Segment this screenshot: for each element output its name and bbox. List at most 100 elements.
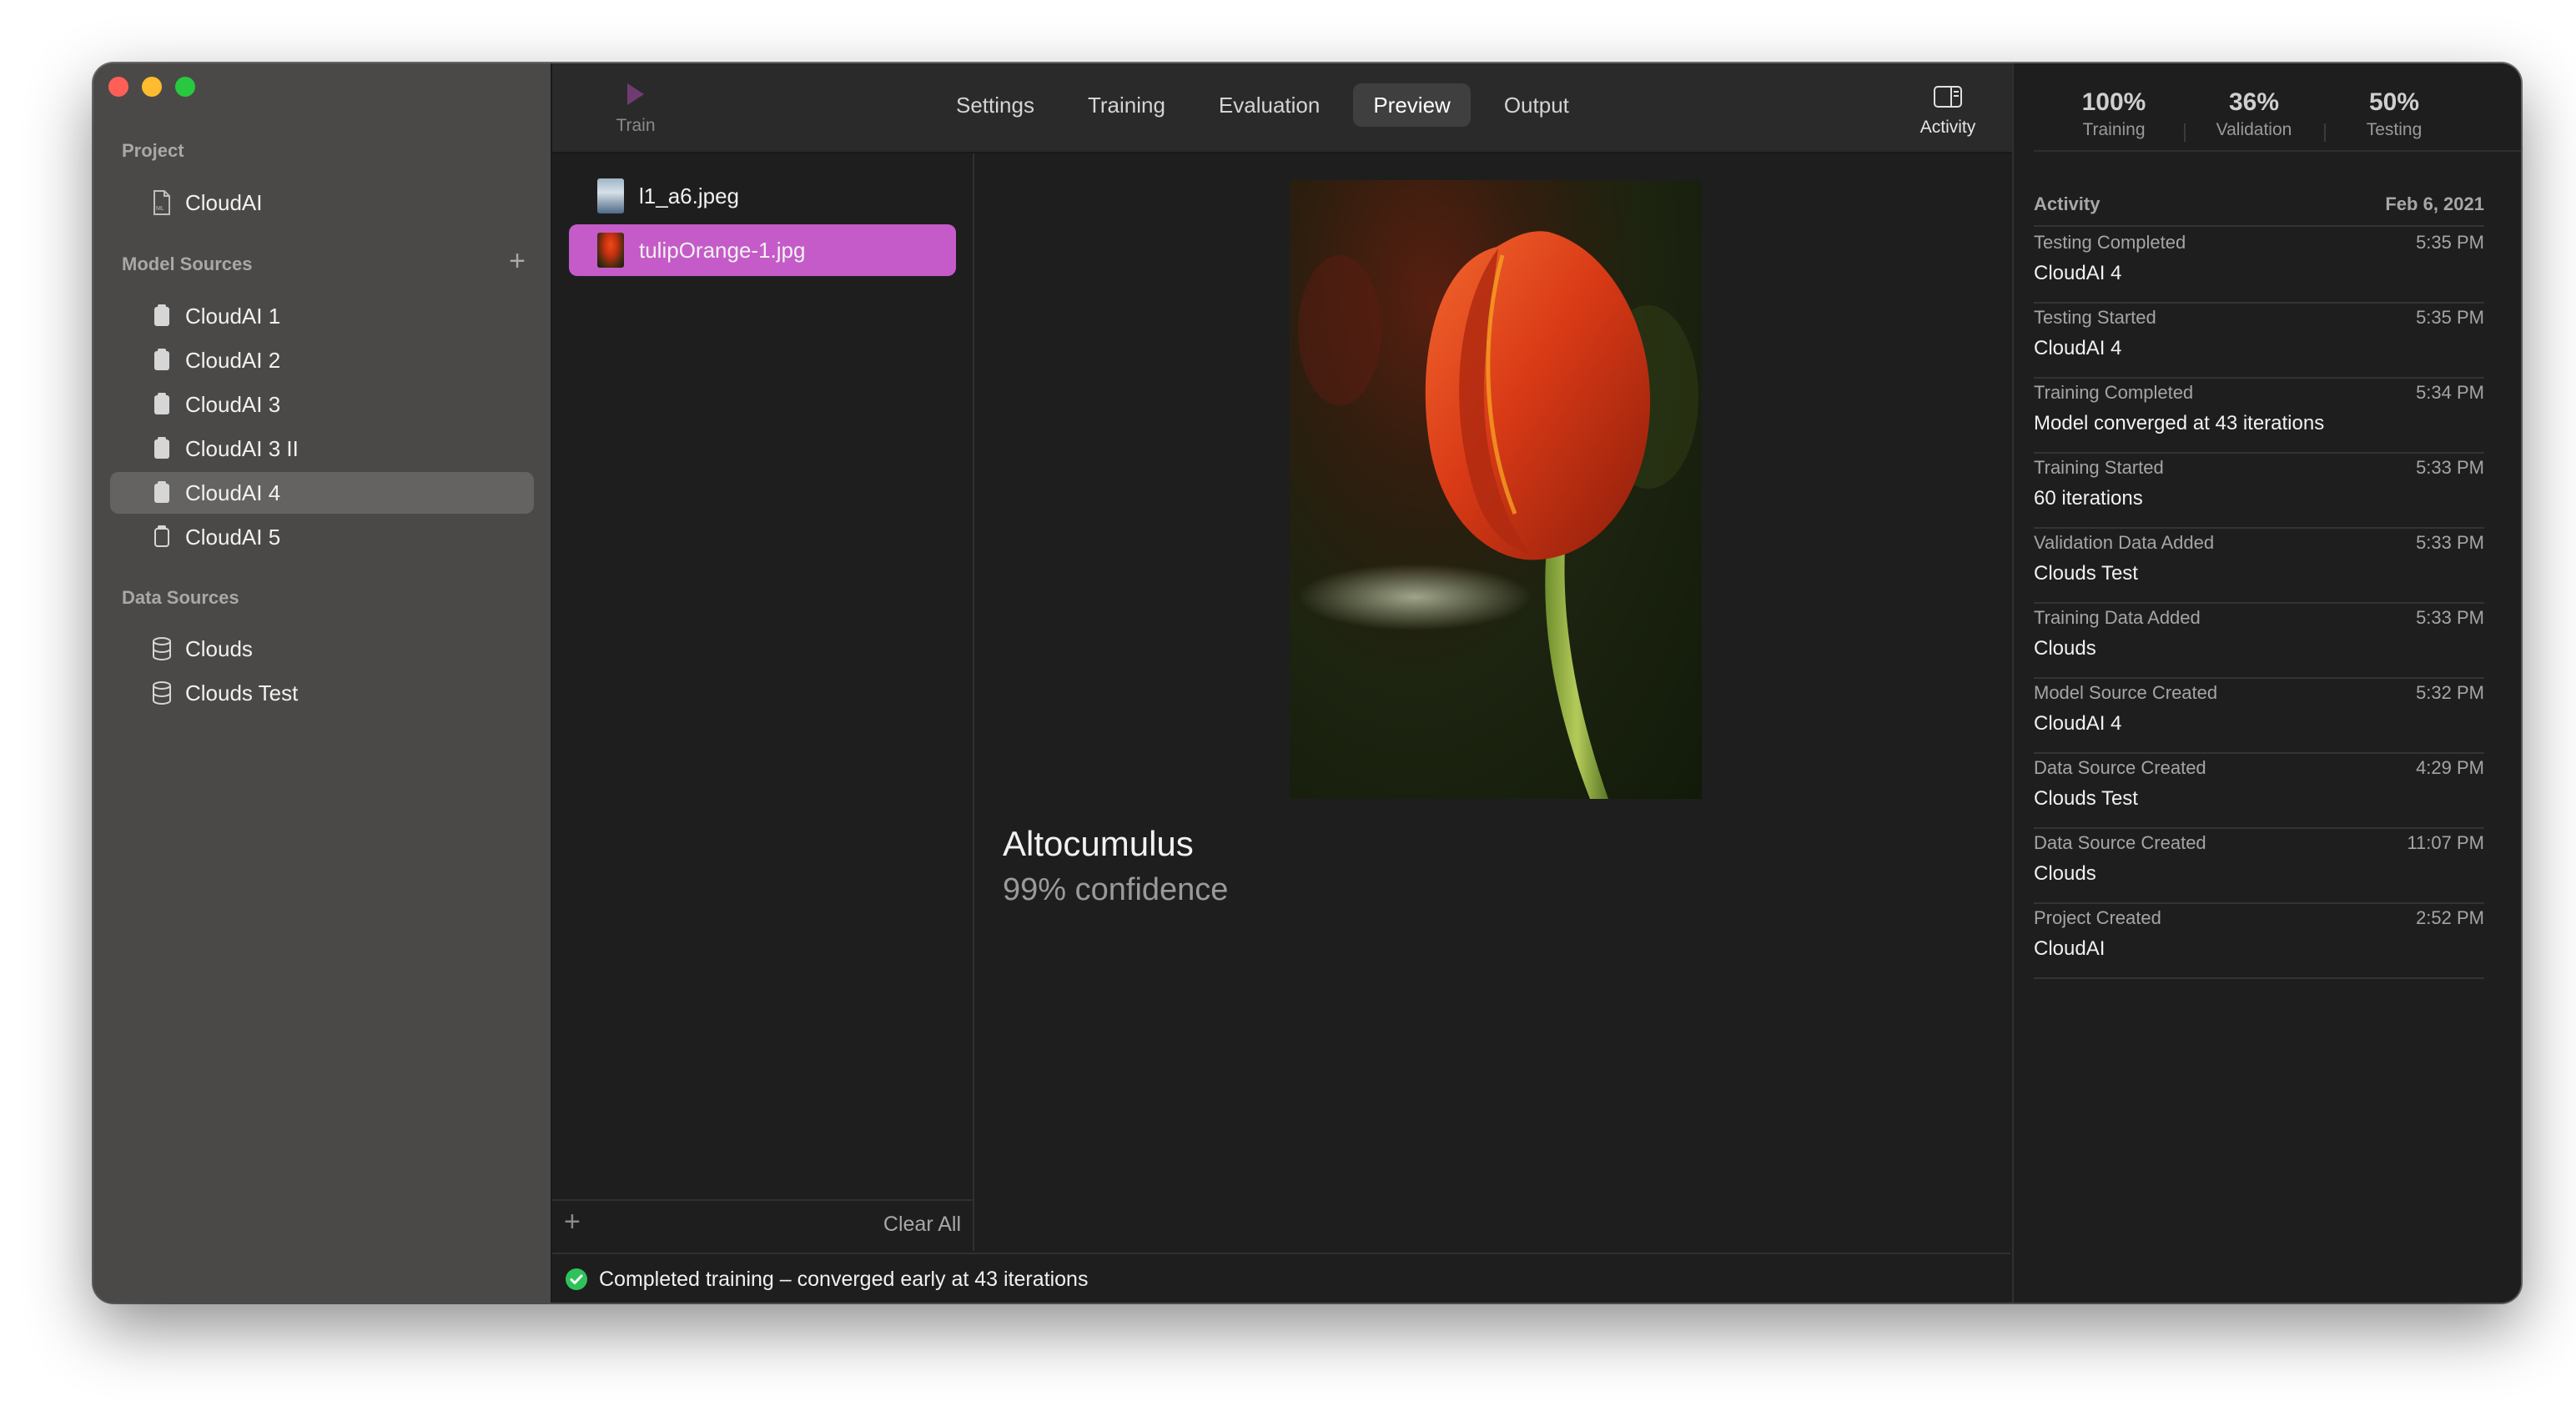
sidebar-item-model[interactable]: CloudAI 3 II xyxy=(110,428,534,470)
tab-training[interactable]: Training xyxy=(1068,83,1185,127)
sidebar-item-label: Clouds Test xyxy=(185,680,299,706)
tab-evaluation[interactable]: Evaluation xyxy=(1199,83,1340,127)
activity-item: Testing Completed 5:35 PM CloudAI 4 xyxy=(2034,227,2484,304)
activity-event: Training Data Added xyxy=(2034,607,2201,628)
sidebar-item-model[interactable]: CloudAI 1 xyxy=(110,295,534,337)
train-label: Train xyxy=(616,116,656,135)
sidebar-item-model[interactable]: CloudAI 3 xyxy=(110,384,534,425)
activity-toggle-button[interactable]: Activity xyxy=(1910,85,1985,138)
preview-image xyxy=(1290,180,1702,799)
activity-item: Testing Started 5:35 PM CloudAI 4 xyxy=(2034,302,2484,379)
activity-event: Model Source Created xyxy=(2034,682,2218,703)
activity-time: 5:32 PM xyxy=(2416,682,2484,703)
checkmark-circle-icon xyxy=(566,1268,587,1290)
file-item[interactable]: l1_a6.jpeg xyxy=(569,170,956,222)
stat-caption: Testing xyxy=(2366,120,2423,139)
activity-time: 5:34 PM xyxy=(2416,382,2484,403)
activity-time: 2:52 PM xyxy=(2416,907,2484,928)
activity-item: Data Source Created 4:29 PM Clouds Test xyxy=(2034,752,2484,829)
activity-event: Testing Completed xyxy=(2034,232,2186,253)
file-list-footer: + Clear All xyxy=(552,1199,973,1251)
sidebar-item-data-source[interactable]: Clouds xyxy=(110,628,534,670)
database-icon xyxy=(150,635,174,662)
activity-time: 5:35 PM xyxy=(2416,307,2484,328)
activity-detail: CloudAI 4 xyxy=(2034,712,2122,735)
file-item-selected[interactable]: tulipOrange-1.jpg xyxy=(569,224,956,276)
sidebar-item-label: CloudAI 2 xyxy=(185,347,281,373)
minimize-window-button[interactable] xyxy=(142,77,162,97)
model-icon xyxy=(150,391,174,418)
activity-item: Training Completed 5:34 PM Model converg… xyxy=(2034,377,2484,454)
window-controls xyxy=(108,77,195,97)
activity-item: Training Data Added 5:33 PM Clouds xyxy=(2034,602,2484,679)
sidebar-item-model[interactable]: CloudAI 2 xyxy=(110,339,534,381)
sidebar-item-label: CloudAI xyxy=(185,189,263,215)
stat-value: 100% xyxy=(2081,88,2146,116)
model-icon xyxy=(150,303,174,329)
activity-header: Activity Feb 6, 2021 xyxy=(2034,193,2484,227)
app-window: Project ML CloudAI Model Sources + Cloud… xyxy=(93,63,2521,1303)
prediction-confidence: 99% confidence xyxy=(1003,872,1229,907)
train-button[interactable]: Train xyxy=(602,82,669,136)
stat-caption: Validation xyxy=(2216,120,2292,139)
activity-detail: CloudAI 4 xyxy=(2034,337,2122,359)
stat-value: 36% xyxy=(2228,88,2280,116)
activity-item: Training Started 5:33 PM 60 iterations xyxy=(2034,452,2484,529)
stat-validation: 36% Validation xyxy=(2184,88,2324,142)
activity-date: Feb 6, 2021 xyxy=(2385,193,2484,214)
file-list: l1_a6.jpeg tulipOrange-1.jpg + Clear All xyxy=(552,153,974,1251)
activity-event: Testing Started xyxy=(2034,307,2156,328)
status-text: Completed training – converged early at … xyxy=(599,1267,1089,1291)
play-icon xyxy=(627,83,644,105)
model-icon xyxy=(150,435,174,462)
activity-item: Data Source Created 11:07 PM Clouds xyxy=(2034,827,2484,904)
tab-output[interactable]: Output xyxy=(1484,83,1589,127)
sidebar-item-label: CloudAI 3 xyxy=(185,391,281,417)
sidebar-item-label: CloudAI 1 xyxy=(185,303,281,329)
activity-item: Model Source Created 5:32 PM CloudAI 4 xyxy=(2034,677,2484,754)
sidebar-item-project[interactable]: ML CloudAI xyxy=(110,182,534,223)
activity-event: Training Completed xyxy=(2034,382,2194,403)
image-thumbnail xyxy=(597,178,624,213)
data-sources-header: Data Sources xyxy=(122,587,239,608)
sidebar-item-model-selected[interactable]: CloudAI 4 xyxy=(110,472,534,514)
activity-time: 5:35 PM xyxy=(2416,232,2484,253)
sidebar-item-label: CloudAI 5 xyxy=(185,524,281,550)
stat-caption: Training xyxy=(2082,120,2146,139)
activity-panel: 100% Training 36% Validation 50% Testing… xyxy=(2012,63,2521,1303)
model-icon xyxy=(150,480,174,506)
model-sources-header: Model Sources xyxy=(122,254,253,274)
sidebar-item-data-source[interactable]: Clouds Test xyxy=(110,672,534,714)
close-window-button[interactable] xyxy=(108,77,128,97)
activity-time: 4:29 PM xyxy=(2416,757,2484,778)
activity-detail: Clouds Test xyxy=(2034,787,2138,810)
add-file-button[interactable]: + xyxy=(564,1206,581,1238)
tab-settings[interactable]: Settings xyxy=(936,83,1054,127)
divider xyxy=(2034,150,2521,152)
add-model-source-button[interactable]: + xyxy=(509,247,526,275)
preview-pane: Altocumulus 99% confidence xyxy=(974,153,2010,1251)
model-icon xyxy=(150,347,174,374)
sidebar-item-model[interactable]: CloudAI 5 xyxy=(110,516,534,558)
tab-preview[interactable]: Preview xyxy=(1353,83,1471,127)
database-icon xyxy=(150,680,174,706)
file-name: tulipOrange-1.jpg xyxy=(639,237,806,263)
sidebar-item-label: Clouds xyxy=(185,635,253,661)
activity-label: Activity xyxy=(1919,118,1976,137)
activity-event: Project Created xyxy=(2034,907,2161,928)
split-stats: 100% Training 36% Validation 50% Testing xyxy=(2044,88,2521,142)
activity-time: 5:33 PM xyxy=(2416,532,2484,553)
activity-time: 11:07 PM xyxy=(2407,832,2484,853)
activity-time: 5:33 PM xyxy=(2416,607,2484,628)
activity-detail: Model converged at 43 iterations xyxy=(2034,412,2325,434)
clear-all-button[interactable]: Clear All xyxy=(883,1213,961,1237)
activity-event: Data Source Created xyxy=(2034,832,2206,853)
activity-event: Validation Data Added xyxy=(2034,532,2215,553)
zoom-window-button[interactable] xyxy=(175,77,195,97)
sidebar: Project ML CloudAI Model Sources + Cloud… xyxy=(93,63,552,1303)
activity-item: Project Created 2:52 PM CloudAI xyxy=(2034,902,2484,979)
activity-detail: CloudAI 4 xyxy=(2034,262,2122,284)
file-name: l1_a6.jpeg xyxy=(639,183,739,208)
prediction-label: Altocumulus xyxy=(1003,824,1194,863)
activity-detail: Clouds xyxy=(2034,862,2096,885)
